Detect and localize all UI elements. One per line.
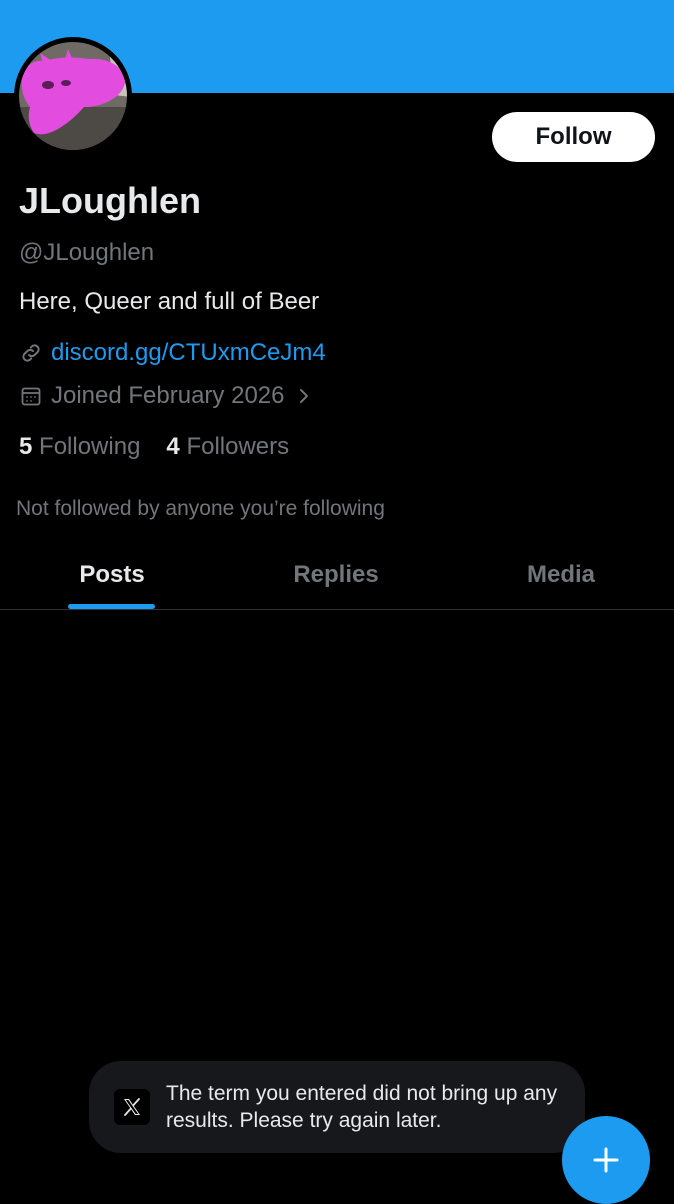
- followers-label: Followers: [186, 433, 290, 460]
- not-followed-notice: Not followed by anyone you’re following: [16, 497, 385, 520]
- followers-count: 4: [166, 433, 180, 460]
- toast-message: The term you entered did not bring up an…: [166, 1082, 558, 1132]
- tab-posts[interactable]: Posts: [0, 540, 224, 609]
- tab-media[interactable]: Media: [449, 540, 673, 609]
- active-tab-indicator: [68, 604, 155, 609]
- avatar-cat-image: [19, 42, 127, 150]
- plus-icon: [593, 1147, 619, 1173]
- following-label: Following: [39, 433, 141, 460]
- x-logo-icon: [114, 1089, 150, 1125]
- profile-link-row: discord.gg/CTUxmCeJm4: [19, 339, 326, 367]
- joined-row[interactable]: Joined February 2026: [19, 382, 312, 410]
- followers-stat[interactable]: 4 Followers: [166, 433, 289, 461]
- profile-bio: Here, Queer and full of Beer: [19, 288, 320, 315]
- avatar[interactable]: [14, 37, 132, 155]
- profile-link[interactable]: discord.gg/CTUxmCeJm4: [51, 339, 326, 367]
- follow-button[interactable]: Follow: [492, 112, 655, 162]
- profile-tabs: Posts Replies Media: [0, 540, 674, 610]
- link-icon: [19, 341, 43, 365]
- follow-stats: 5 Following 4 Followers: [19, 433, 315, 461]
- tab-replies[interactable]: Replies: [224, 540, 448, 609]
- following-stat[interactable]: 5 Following: [19, 433, 140, 461]
- display-name: JLoughlen: [19, 180, 201, 221]
- calendar-icon: [19, 384, 43, 408]
- chevron-right-icon: [296, 384, 312, 408]
- compose-fab[interactable]: [562, 1116, 650, 1204]
- joined-date: Joined February 2026: [51, 382, 285, 409]
- following-count: 5: [19, 433, 33, 460]
- profile-handle: @JLoughlen: [19, 239, 155, 266]
- toast-notification: The term you entered did not bring up an…: [89, 1061, 585, 1153]
